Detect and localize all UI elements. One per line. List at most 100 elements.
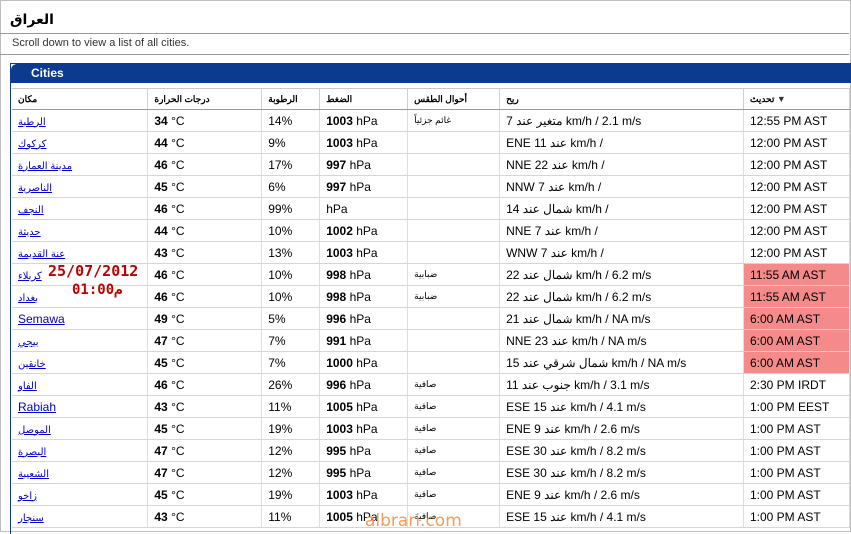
pressure-unit: hPa bbox=[349, 267, 371, 282]
city-link[interactable]: بغداد bbox=[18, 293, 38, 304]
table-row: خانقين 45 °C 7% 1000 hPa 15 شمال شرقي عند km… bbox=[12, 351, 851, 374]
wind-cell: ESE 30 عند km/h / 8.2 m/s bbox=[499, 439, 744, 462]
wind-cell: 7 متغير عند km/h / 2.1 m/s bbox=[499, 109, 744, 132]
city-cell: سنجار bbox=[12, 505, 149, 528]
wind-cell: 14 شمال عند km/h / bbox=[499, 197, 744, 220]
updated-cell: 12:00 PM AST bbox=[743, 175, 851, 198]
col-header-pressure[interactable]: الضغط bbox=[319, 88, 409, 110]
temp-value: 46 bbox=[154, 201, 168, 216]
humidity-cell: 5% bbox=[261, 307, 321, 330]
temp-value: 47 bbox=[154, 465, 168, 480]
temp-value: 45 bbox=[154, 179, 168, 194]
col-header-city[interactable]: مكان bbox=[12, 88, 149, 110]
col-header-conditions[interactable]: أحوال الطقس bbox=[407, 88, 501, 110]
humidity-cell: 6% bbox=[261, 175, 321, 198]
table-row: بيجي 47 °C 7% 991 hPa NNE 23 عند km/h / NA m… bbox=[12, 329, 851, 352]
pressure-unit: hPa bbox=[349, 465, 371, 480]
city-link[interactable]: كركوك bbox=[18, 139, 46, 150]
temp-cell: 44 °C bbox=[147, 219, 263, 242]
table-row: بغداد 46 °C 10% 998 hPa ضبابية 22 شمال عند km… bbox=[12, 285, 851, 308]
conditions-cell: صافية bbox=[407, 483, 501, 506]
temp-unit: °C bbox=[171, 179, 185, 194]
pressure-value: 998 bbox=[326, 289, 347, 304]
temp-unit: °C bbox=[171, 245, 185, 260]
conditions-cell bbox=[407, 329, 501, 352]
city-link[interactable]: Rabiah bbox=[18, 400, 56, 414]
city-link[interactable]: الرطبة bbox=[18, 117, 46, 128]
city-cell: Rabiah bbox=[12, 395, 149, 418]
temp-cell: 46 °C bbox=[147, 373, 263, 396]
temp-unit: °C bbox=[171, 333, 185, 348]
wind-cell: WNW 7 عند km/h / bbox=[499, 241, 744, 264]
temp-unit: °C bbox=[171, 201, 185, 216]
city-link[interactable]: الموصل bbox=[18, 425, 51, 436]
temp-cell: 46 °C bbox=[147, 153, 263, 176]
pressure-value: 997 bbox=[326, 179, 347, 194]
temp-cell: 47 °C bbox=[147, 439, 263, 462]
table-row: كركوك 44 °C 9% 1003 hPa ENE 11 عند km/h /12:… bbox=[12, 131, 851, 154]
updated-cell: 1:00 PM EEST bbox=[743, 395, 851, 418]
pressure-unit: hPa bbox=[349, 443, 371, 458]
city-link[interactable]: حديثة bbox=[18, 227, 41, 238]
temp-value: 46 bbox=[154, 157, 168, 172]
city-link[interactable]: عنة القديمة bbox=[18, 249, 65, 260]
humidity-cell: 26% bbox=[261, 373, 321, 396]
pressure-value: 1000 bbox=[326, 355, 353, 370]
pressure-unit: hPa bbox=[356, 135, 378, 150]
city-link[interactable]: البصرة bbox=[18, 447, 46, 458]
conditions-cell bbox=[407, 241, 501, 264]
pressure-value: 996 bbox=[326, 377, 347, 392]
temp-unit: °C bbox=[171, 289, 185, 304]
pressure-value: 1003 bbox=[326, 135, 353, 150]
city-cell: زاخو bbox=[12, 483, 149, 506]
conditions-cell bbox=[407, 219, 501, 242]
col-header-humidity[interactable]: الرطوبة bbox=[261, 88, 321, 110]
col-header-wind[interactable]: ريح bbox=[499, 88, 744, 110]
pressure-unit: hPa bbox=[356, 223, 378, 238]
temp-unit: °C bbox=[171, 509, 185, 524]
wind-cell: 22 شمال عند km/h / 6.2 m/s bbox=[499, 263, 744, 286]
time-stamp: م01:00 bbox=[72, 282, 123, 298]
city-link[interactable]: الناصرية bbox=[18, 183, 52, 194]
wind-cell: ENE 11 عند km/h / bbox=[499, 131, 744, 154]
conditions-cell: صافية bbox=[407, 373, 501, 396]
city-link[interactable]: سنجار bbox=[18, 513, 44, 524]
pressure-value: 998 bbox=[326, 267, 347, 282]
temp-value: 46 bbox=[154, 289, 168, 304]
pressure-cell: 997 hPa bbox=[319, 153, 409, 176]
city-link[interactable]: بيجي bbox=[18, 337, 39, 348]
city-link[interactable]: خانقين bbox=[18, 359, 46, 370]
pressure-value: 995 bbox=[326, 465, 347, 480]
humidity-cell: 7% bbox=[261, 329, 321, 352]
table-row: الناصرية 45 °C 6% 997 hPa NNW 7 عند km/h /12… bbox=[12, 175, 851, 198]
temp-unit: °C bbox=[171, 223, 185, 238]
pressure-cell: 995 hPa bbox=[319, 439, 409, 462]
city-cell: النجف bbox=[12, 197, 149, 220]
city-cell: الشعيبة bbox=[12, 461, 149, 484]
city-link[interactable]: مدينة العمارة bbox=[18, 161, 72, 172]
temp-value: 45 bbox=[154, 421, 168, 436]
pressure-unit: hPa bbox=[349, 289, 371, 304]
city-link[interactable]: الشعيبة bbox=[18, 469, 49, 480]
pressure-cell: 996 hPa bbox=[319, 373, 409, 396]
temp-unit: °C bbox=[171, 421, 185, 436]
city-link[interactable]: Semawa bbox=[18, 312, 65, 326]
city-link[interactable]: كربلاء bbox=[18, 271, 42, 282]
col-header-updated[interactable]: تحديث ▼ bbox=[743, 88, 851, 110]
pressure-unit: hPa bbox=[356, 421, 378, 436]
col-header-temp[interactable]: درجات الحرارة bbox=[147, 88, 263, 110]
city-link[interactable]: النجف bbox=[18, 205, 44, 216]
conditions-cell bbox=[407, 131, 501, 154]
updated-cell: 6:00 AM AST bbox=[743, 351, 851, 374]
temp-unit: °C bbox=[171, 465, 185, 480]
temp-value: 46 bbox=[154, 267, 168, 282]
temp-cell: 46 °C bbox=[147, 285, 263, 308]
conditions-cell: صافية bbox=[407, 395, 501, 418]
pressure-value: 1003 bbox=[326, 421, 353, 436]
pressure-unit: hPa bbox=[356, 113, 378, 128]
city-link[interactable]: زاخو bbox=[18, 491, 37, 502]
city-link[interactable]: الفاو bbox=[18, 381, 37, 392]
pressure-cell: 1003 hPa bbox=[319, 483, 409, 506]
temp-cell: 46 °C bbox=[147, 263, 263, 286]
conditions-cell: صافية bbox=[407, 439, 501, 462]
